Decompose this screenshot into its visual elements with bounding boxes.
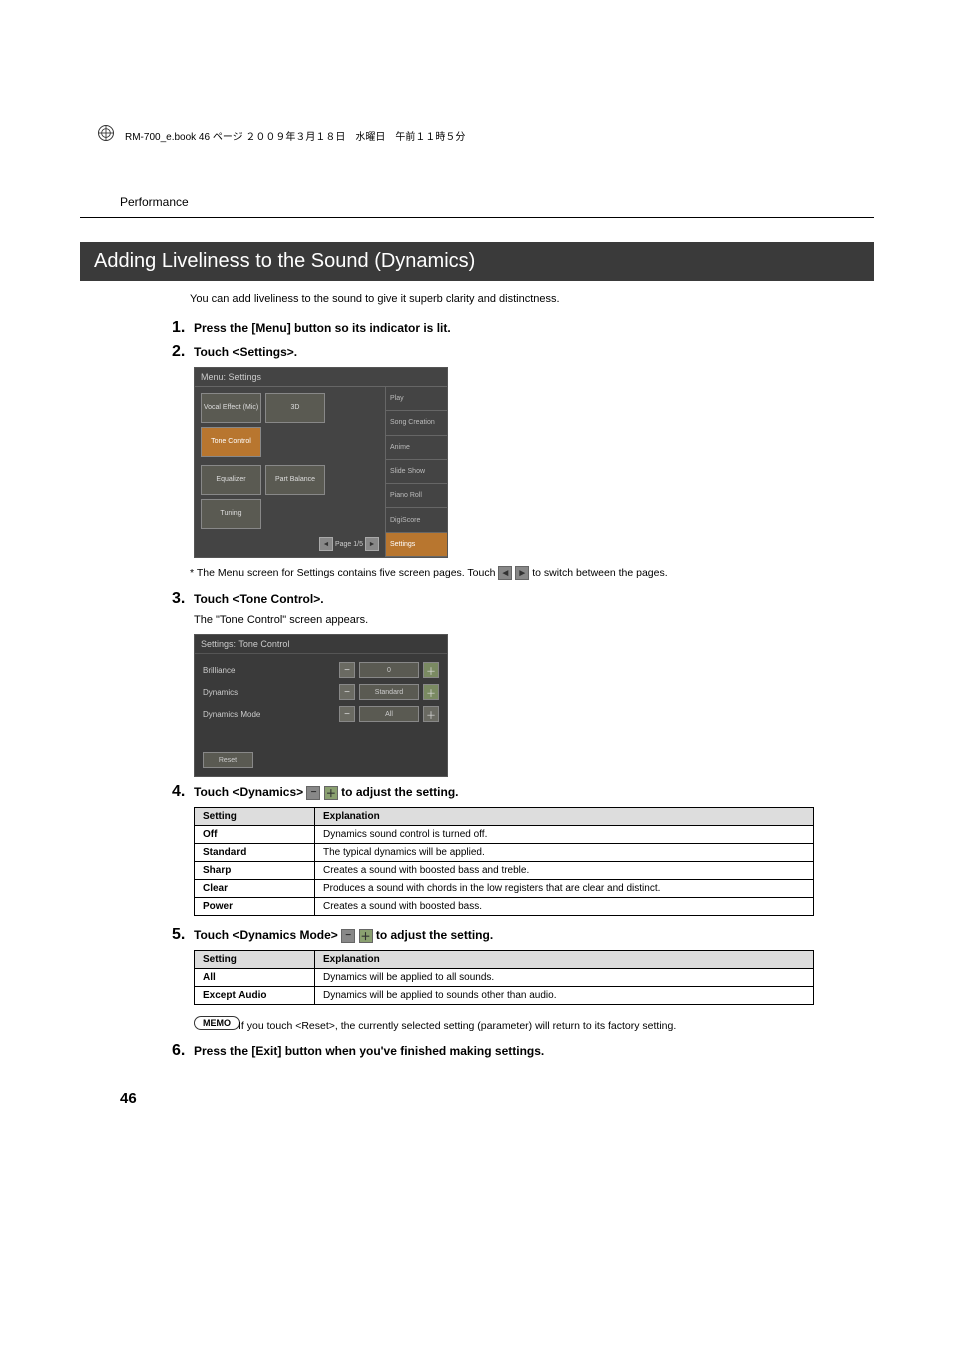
td: Power	[195, 898, 315, 916]
plus-icon: ＋	[359, 929, 373, 943]
step-number: 3.	[172, 590, 194, 608]
step-number: 2.	[172, 343, 194, 361]
step-4-post: to adjust the setting.	[341, 785, 458, 799]
tone-row-value: Standard	[359, 684, 419, 700]
step-4-text: Touch <Dynamics> − ＋ to adjust the setti…	[194, 785, 459, 800]
tone-row-label: Brilliance	[203, 666, 335, 675]
td: Dynamics sound control is turned off.	[315, 826, 814, 844]
page-prev-icon: ◄	[319, 537, 333, 551]
td: Creates a sound with boosted bass.	[315, 898, 814, 916]
tone-row-label: Dynamics Mode	[203, 710, 335, 719]
right-arrow-icon: ►	[515, 566, 529, 580]
tone-appears-text: The "Tone Control" screen appears.	[194, 614, 874, 626]
step-2-text: Touch <Settings>.	[194, 345, 297, 359]
dynamics-table: SettingExplanation OffDynamics sound con…	[194, 807, 814, 916]
minus-icon: −	[339, 662, 355, 678]
ss-tab: Piano Roll	[386, 484, 447, 508]
section-label: Performance	[120, 195, 874, 209]
dynamics-mode-table: SettingExplanation AllDynamics will be a…	[194, 950, 814, 1005]
ss-tab: Slide Show	[386, 460, 447, 484]
step-6-text: Press the [Exit] button when you've fini…	[194, 1044, 544, 1058]
minus-icon: −	[306, 786, 320, 800]
ss-tab-active: Settings	[386, 533, 447, 557]
crosshair-icon	[98, 125, 114, 141]
td: Dynamics will be applied to sounds other…	[315, 987, 814, 1005]
intro-text: You can add liveliness to the sound to g…	[190, 293, 874, 305]
ss-title: Menu: Settings	[195, 368, 447, 387]
td: Standard	[195, 844, 315, 862]
td: The typical dynamics will be applied.	[315, 844, 814, 862]
plus-icon: ＋	[324, 786, 338, 800]
td: Dynamics will be applied to all sounds.	[315, 969, 814, 987]
minus-icon: −	[339, 684, 355, 700]
th-setting: Setting	[195, 951, 315, 969]
ss-cell: Tone Control	[201, 427, 261, 457]
plus-icon: ＋	[423, 706, 439, 722]
ss-tab: Song Creation	[386, 411, 447, 435]
step-number: 6.	[172, 1042, 194, 1060]
note-post: to switch between the pages.	[532, 567, 667, 579]
th-setting: Setting	[195, 808, 315, 826]
td: Creates a sound with boosted bass and tr…	[315, 862, 814, 880]
ss-tab: Play	[386, 387, 447, 411]
th-explanation: Explanation	[315, 808, 814, 826]
ss-cell: Equalizer	[201, 465, 261, 495]
header-meta: RM-700_e.book 46 ページ ２００９年３月１８日 水曜日 午前１１…	[125, 128, 465, 143]
tone-row-value: All	[359, 706, 419, 722]
step-number: 5.	[172, 926, 194, 944]
page-number: 46	[120, 1090, 874, 1107]
ss-tab: DigiScore	[386, 508, 447, 532]
ss-cell: Vocal Effect (Mic)	[201, 393, 261, 423]
left-arrow-icon: ◄	[498, 566, 512, 580]
step-number: 4.	[172, 783, 194, 801]
ss-tone-title: Settings: Tone Control	[195, 635, 447, 654]
plus-icon: ＋	[423, 662, 439, 678]
step-5-pre: Touch <Dynamics Mode>	[194, 928, 341, 942]
memo-text: If you touch <Reset>, the currently sele…	[238, 1020, 874, 1032]
td: Sharp	[195, 862, 315, 880]
ss-cell: 3D	[265, 393, 325, 423]
tone-row-value: 0	[359, 662, 419, 678]
ss-cell: Part Balance	[265, 465, 325, 495]
page-title: Adding Liveliness to the Sound (Dynamics…	[80, 242, 874, 281]
step-3-text: Touch <Tone Control>.	[194, 592, 324, 606]
step-number: 1.	[172, 319, 194, 337]
tone-row-label: Dynamics	[203, 688, 335, 697]
step-5-text: Touch <Dynamics Mode> − ＋ to adjust the …	[194, 928, 493, 943]
td: Produces a sound with chords in the low …	[315, 880, 814, 898]
step-5-post: to adjust the setting.	[376, 928, 493, 942]
plus-icon: ＋	[423, 684, 439, 700]
td: All	[195, 969, 315, 987]
td: Except Audio	[195, 987, 315, 1005]
td: Off	[195, 826, 315, 844]
divider	[80, 217, 874, 218]
minus-icon: −	[339, 706, 355, 722]
minus-icon: −	[341, 929, 355, 943]
settings-screenshot: Menu: Settings Vocal Effect (Mic) 3D Ton…	[194, 367, 874, 558]
memo-badge: MEMO	[194, 1016, 240, 1030]
note-text: * The Menu screen for Settings contains …	[190, 566, 874, 580]
note-pre: * The Menu screen for Settings contains …	[190, 567, 498, 579]
page-next-icon: ►	[365, 537, 379, 551]
td: Clear	[195, 880, 315, 898]
reset-button: Reset	[203, 752, 253, 768]
step-4-pre: Touch <Dynamics>	[194, 785, 306, 799]
tone-control-screenshot: Settings: Tone Control Brilliance − 0 ＋ …	[194, 634, 874, 777]
th-explanation: Explanation	[315, 951, 814, 969]
page-indicator: Page 1/5	[335, 541, 363, 548]
step-1-text: Press the [Menu] button so its indicator…	[194, 321, 451, 335]
ss-cell: Tuning	[201, 499, 261, 529]
ss-tab: Anime	[386, 436, 447, 460]
